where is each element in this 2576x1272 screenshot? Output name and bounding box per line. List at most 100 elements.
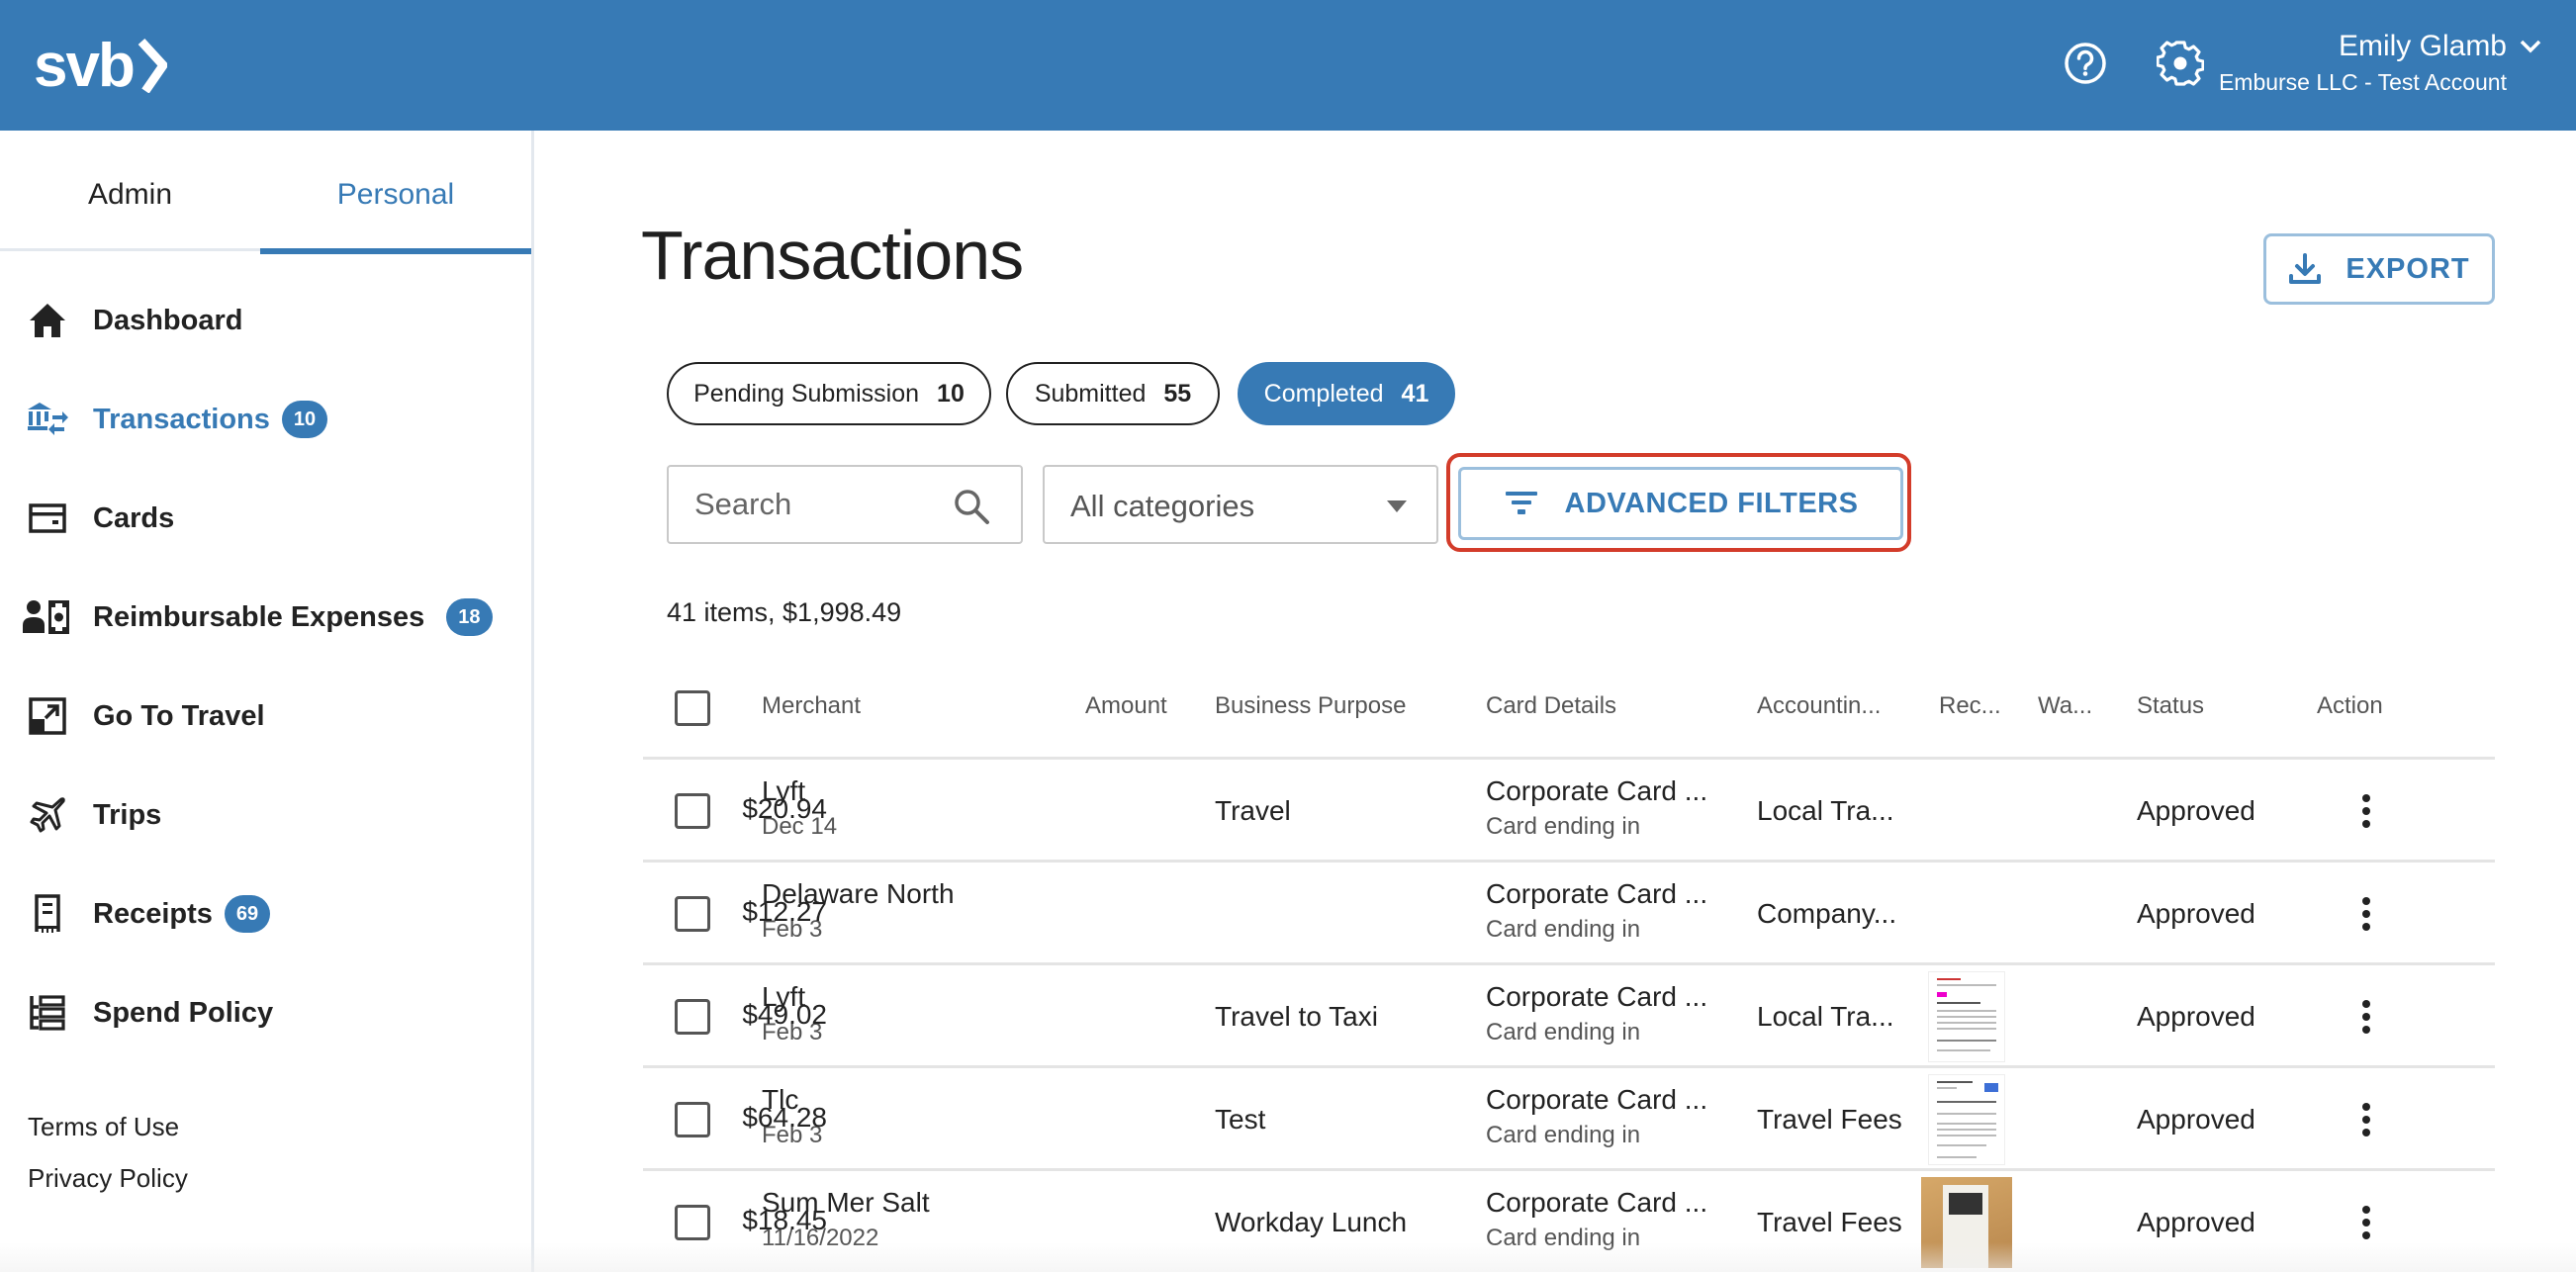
tab-pending-submission[interactable]: Pending Submission 10: [667, 362, 991, 425]
advanced-filters-button[interactable]: ADVANCED FILTERS: [1458, 467, 1903, 540]
card-details-cell: Corporate Card ... Card ending in: [1486, 981, 1707, 1046]
sidebar-item-transactions[interactable]: Transactions 10: [0, 380, 531, 459]
row-checkbox[interactable]: [675, 793, 710, 829]
status: Approved: [2137, 1104, 2255, 1135]
external-link-icon: [26, 694, 69, 738]
row-checkbox[interactable]: [675, 1102, 710, 1137]
search-icon[interactable]: [952, 487, 991, 526]
advanced-filters-label: ADVANCED FILTERS: [1564, 487, 1859, 519]
column-header-card-details[interactable]: Card Details: [1486, 692, 1616, 720]
more-actions-icon[interactable]: [2346, 1201, 2386, 1244]
sidebar-item-label: Reimbursable Expenses: [93, 600, 425, 633]
sidebar-item-label: Cards: [93, 501, 175, 534]
ride-receipt-thumbnail[interactable]: [1921, 1074, 2012, 1165]
card-details-cell: Corporate Card ... Card ending in: [1486, 1187, 1707, 1252]
tab-submitted[interactable]: Submitted 55: [1006, 362, 1220, 425]
count-badge: 18: [446, 598, 493, 636]
card-name: Corporate Card ...: [1486, 775, 1708, 806]
svb-logo[interactable]: svb: [34, 28, 167, 103]
card-name: Corporate Card ...: [1486, 1187, 1708, 1218]
column-header-merchant[interactable]: Merchant: [762, 692, 861, 720]
business-purpose: Travel to Taxi: [1215, 1001, 1378, 1032]
page-title: Transactions: [641, 217, 1024, 294]
amount: $12.27: [742, 896, 827, 927]
sidebar-item-label: Spend Policy: [93, 996, 274, 1029]
sidebar-item-receipts[interactable]: Receipts 69: [0, 874, 531, 954]
tab-label: Submitted: [1034, 379, 1147, 408]
search-field: [667, 465, 1023, 544]
column-header-status[interactable]: Status: [2137, 692, 2204, 720]
help-circle-icon[interactable]: [2062, 40, 2109, 87]
row-checkbox[interactable]: [675, 999, 710, 1035]
column-header-accounting[interactable]: Accountin...: [1757, 692, 1881, 720]
sidebar-item-label: Transactions: [93, 403, 270, 435]
email-receipt-thumbnail[interactable]: [1921, 971, 2012, 1062]
user-name: Emily Glamb: [2338, 30, 2507, 62]
sidebar-item-dashboard[interactable]: Dashboard: [0, 281, 531, 360]
tab-label: Pending Submission: [693, 379, 920, 408]
user-menu[interactable]: Emily Glamb Emburse LLC - Test Account: [2219, 30, 2542, 96]
logo-text: svb: [34, 31, 136, 100]
table-row[interactable]: Lyft Dec 14 $20.94 Travel Corporate Card…: [643, 760, 2495, 863]
privacy-policy-link[interactable]: Privacy Policy: [28, 1163, 188, 1194]
table-row[interactable]: Delaware North Feb 3 $12.27 Corporate Ca…: [643, 863, 2495, 965]
card-icon: [26, 497, 69, 540]
sidebar-item-cards[interactable]: Cards: [0, 479, 531, 558]
accounting-category: Travel Fees: [1757, 1104, 1902, 1135]
card-details-cell: Corporate Card ... Card ending in: [1486, 878, 1707, 944]
search-input[interactable]: [694, 467, 942, 542]
tab-completed[interactable]: Completed 41: [1238, 362, 1455, 425]
photo-receipt-thumbnail[interactable]: [1921, 1177, 2012, 1268]
tab-label: Completed: [1263, 379, 1384, 408]
sidebar: Admin Personal Dashboard Transactions 10…: [0, 131, 534, 1272]
row-checkbox[interactable]: [675, 1205, 710, 1240]
more-actions-icon[interactable]: [2346, 995, 2386, 1039]
chevron-down-icon: [2520, 40, 2541, 53]
business-purpose: Test: [1215, 1104, 1266, 1135]
status: Approved: [2137, 795, 2255, 826]
sidebar-item-label: Trips: [93, 798, 162, 831]
more-actions-icon[interactable]: [2346, 1098, 2386, 1141]
column-header-receipt[interactable]: Rec...: [1939, 692, 2001, 720]
sidebar-tabs: Admin Personal: [0, 131, 531, 254]
row-checkbox[interactable]: [675, 896, 710, 932]
column-header-warnings[interactable]: Wa...: [2038, 692, 2092, 720]
sidebar-item-reimbursable-expenses[interactable]: Reimbursable Expenses 18: [0, 578, 531, 657]
download-icon: [2289, 253, 2322, 284]
more-actions-icon[interactable]: [2346, 892, 2386, 936]
terms-of-use-link[interactable]: Terms of Use: [28, 1112, 179, 1142]
filter-icon: [1505, 492, 1537, 514]
category-select[interactable]: All categories: [1043, 465, 1438, 544]
top-header: svb Emily Glamb Emburse LLC - Test Accou…: [0, 0, 2576, 131]
column-header-amount[interactable]: Amount: [1085, 692, 1167, 720]
sidebar-item-spend-policy[interactable]: Spend Policy: [0, 973, 531, 1052]
table-row[interactable]: Tlc Feb 3 $64.28 Test Corporate Card ...…: [643, 1068, 2495, 1171]
sidebar-item-go-to-travel[interactable]: Go To Travel: [0, 677, 531, 756]
card-name: Corporate Card ...: [1486, 878, 1708, 909]
select-all-checkbox[interactable]: [675, 690, 710, 726]
accounting-category: Local Tra...: [1757, 1001, 1894, 1032]
accounting-category: Travel Fees: [1757, 1207, 1902, 1237]
policy-list-icon: [26, 991, 69, 1035]
count-badge: 69: [224, 895, 271, 933]
export-button[interactable]: EXPORT: [2263, 233, 2495, 305]
more-actions-icon[interactable]: [2346, 789, 2386, 833]
results-summary: 41 items, $1,998.49: [667, 597, 902, 627]
category-select-value: All categories: [1070, 489, 1255, 523]
logo-chevron-icon: [138, 38, 167, 93]
tab-count: 55: [1163, 379, 1192, 408]
tab-personal[interactable]: Personal: [260, 131, 531, 254]
sidebar-item-trips[interactable]: Trips: [0, 775, 531, 855]
table-header: Merchant Amount Business Purpose Card De…: [643, 661, 2495, 760]
amount: $64.28: [742, 1102, 827, 1133]
tab-count: 41: [1401, 379, 1429, 408]
table-row[interactable]: Sum Mer Salt 11/16/2022 $18.45 Workday L…: [643, 1171, 2495, 1272]
gear-icon[interactable]: [2156, 40, 2205, 87]
status: Approved: [2137, 1001, 2255, 1032]
column-header-business-purpose[interactable]: Business Purpose: [1215, 692, 1406, 720]
sidebar-item-label: Receipts: [93, 897, 213, 930]
table-row[interactable]: Lyft Feb 3 $49.02 Travel to Taxi Corpora…: [643, 965, 2495, 1068]
tab-admin[interactable]: Admin: [0, 131, 260, 251]
bank-transfer-icon: [26, 398, 69, 441]
card-ending: Card ending in: [1486, 813, 1641, 840]
